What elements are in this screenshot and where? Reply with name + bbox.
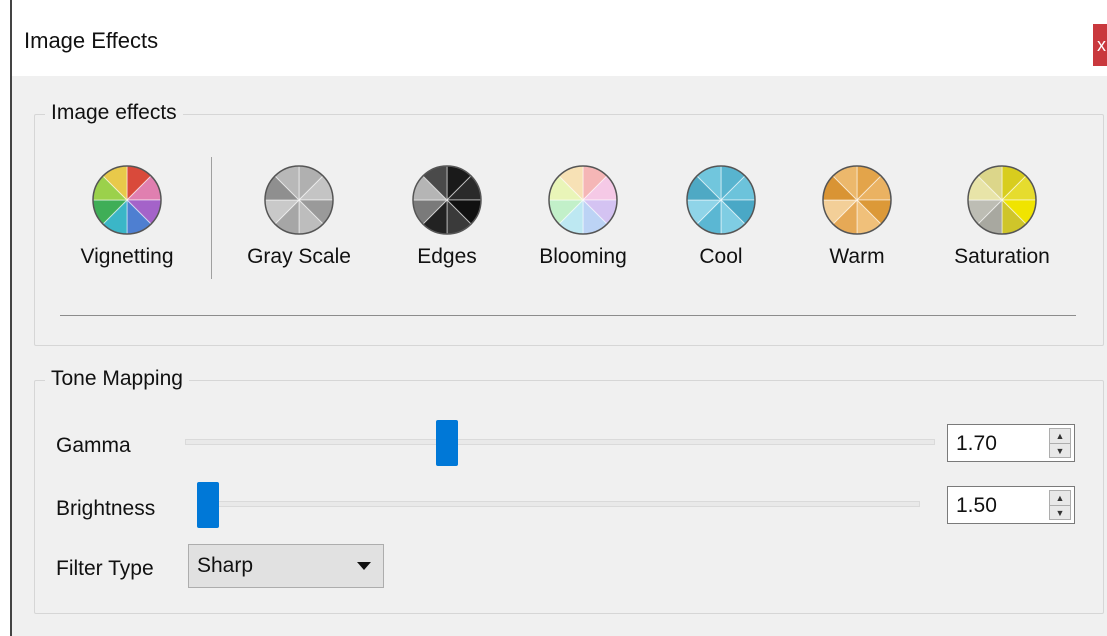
grayscale-icon[interactable] [262, 163, 336, 237]
gamma-slider[interactable] [185, 420, 935, 466]
gamma-slider-thumb[interactable] [436, 420, 459, 466]
close-icon[interactable]: x [1097, 35, 1106, 55]
gamma-slider-track[interactable] [185, 439, 935, 445]
brightness-slider[interactable] [197, 482, 920, 528]
brightness-up-arrow-icon[interactable]: ▲ [1050, 491, 1070, 505]
image-effects-group-title: Image effects [45, 101, 183, 125]
filter-type-value[interactable]: Sharp [197, 554, 253, 578]
vignetting-icon[interactable] [90, 163, 164, 237]
effect-button-cool[interactable]: Cool [646, 163, 796, 269]
effect-button-blooming[interactable]: Blooming [508, 163, 658, 269]
window-title: Image Effects [24, 28, 159, 53]
horizontal-separator [60, 315, 1076, 316]
blooming-icon[interactable] [546, 163, 620, 237]
warm-icon[interactable] [820, 163, 894, 237]
brightness-down-arrow-icon[interactable]: ▼ [1050, 505, 1070, 520]
image-effects-window: Image Effects x Image effects Vignetting… [10, 0, 1107, 636]
brightness-slider-thumb[interactable] [197, 482, 219, 528]
gamma-up-arrow-icon[interactable]: ▲ [1050, 429, 1070, 443]
effect-label[interactable]: Blooming [508, 245, 658, 269]
gamma-value[interactable]: 1.70 [956, 432, 997, 456]
effect-label[interactable]: Gray Scale [224, 245, 374, 269]
cool-icon[interactable] [684, 163, 758, 237]
image-effects-group: Image effects Vignetting Gray Scale Edges B… [34, 101, 1104, 346]
effect-label[interactable]: Saturation [927, 245, 1077, 269]
effect-label[interactable]: Edges [372, 245, 522, 269]
brightness-label: Brightness [56, 497, 156, 520]
filter-type-label: Filter Type [56, 557, 154, 580]
effect-label[interactable]: Warm [782, 245, 932, 269]
gamma-down-arrow-icon[interactable]: ▼ [1050, 443, 1070, 458]
effect-button-saturation[interactable]: Saturation [927, 163, 1077, 269]
gamma-spin-buttons[interactable]: ▲ ▼ [1049, 428, 1071, 458]
effect-button-edges[interactable]: Edges [372, 163, 522, 269]
edges-icon[interactable] [410, 163, 484, 237]
effect-label[interactable]: Cool [646, 245, 796, 269]
effect-button-vignetting[interactable]: Vignetting [52, 163, 202, 269]
vertical-separator [211, 157, 212, 279]
effect-button-warm[interactable]: Warm [782, 163, 932, 269]
effect-button-gray-scale[interactable]: Gray Scale [224, 163, 374, 269]
gamma-spinbox[interactable]: 1.70 ▲ ▼ [947, 424, 1075, 462]
brightness-slider-track[interactable] [197, 501, 920, 507]
brightness-spin-buttons[interactable]: ▲ ▼ [1049, 490, 1071, 520]
saturation-icon[interactable] [965, 163, 1039, 237]
effect-label[interactable]: Vignetting [52, 245, 202, 269]
filter-type-dropdown[interactable]: Sharp [188, 544, 384, 588]
brightness-value[interactable]: 1.50 [956, 494, 997, 518]
tone-mapping-group-title: Tone Mapping [45, 367, 189, 391]
gamma-label: Gamma [56, 434, 131, 457]
chevron-down-icon[interactable] [357, 562, 371, 570]
title-bar: Image Effects x [12, 0, 1107, 76]
brightness-spinbox[interactable]: 1.50 ▲ ▼ [947, 486, 1075, 524]
close-button[interactable]: x [1093, 24, 1107, 66]
